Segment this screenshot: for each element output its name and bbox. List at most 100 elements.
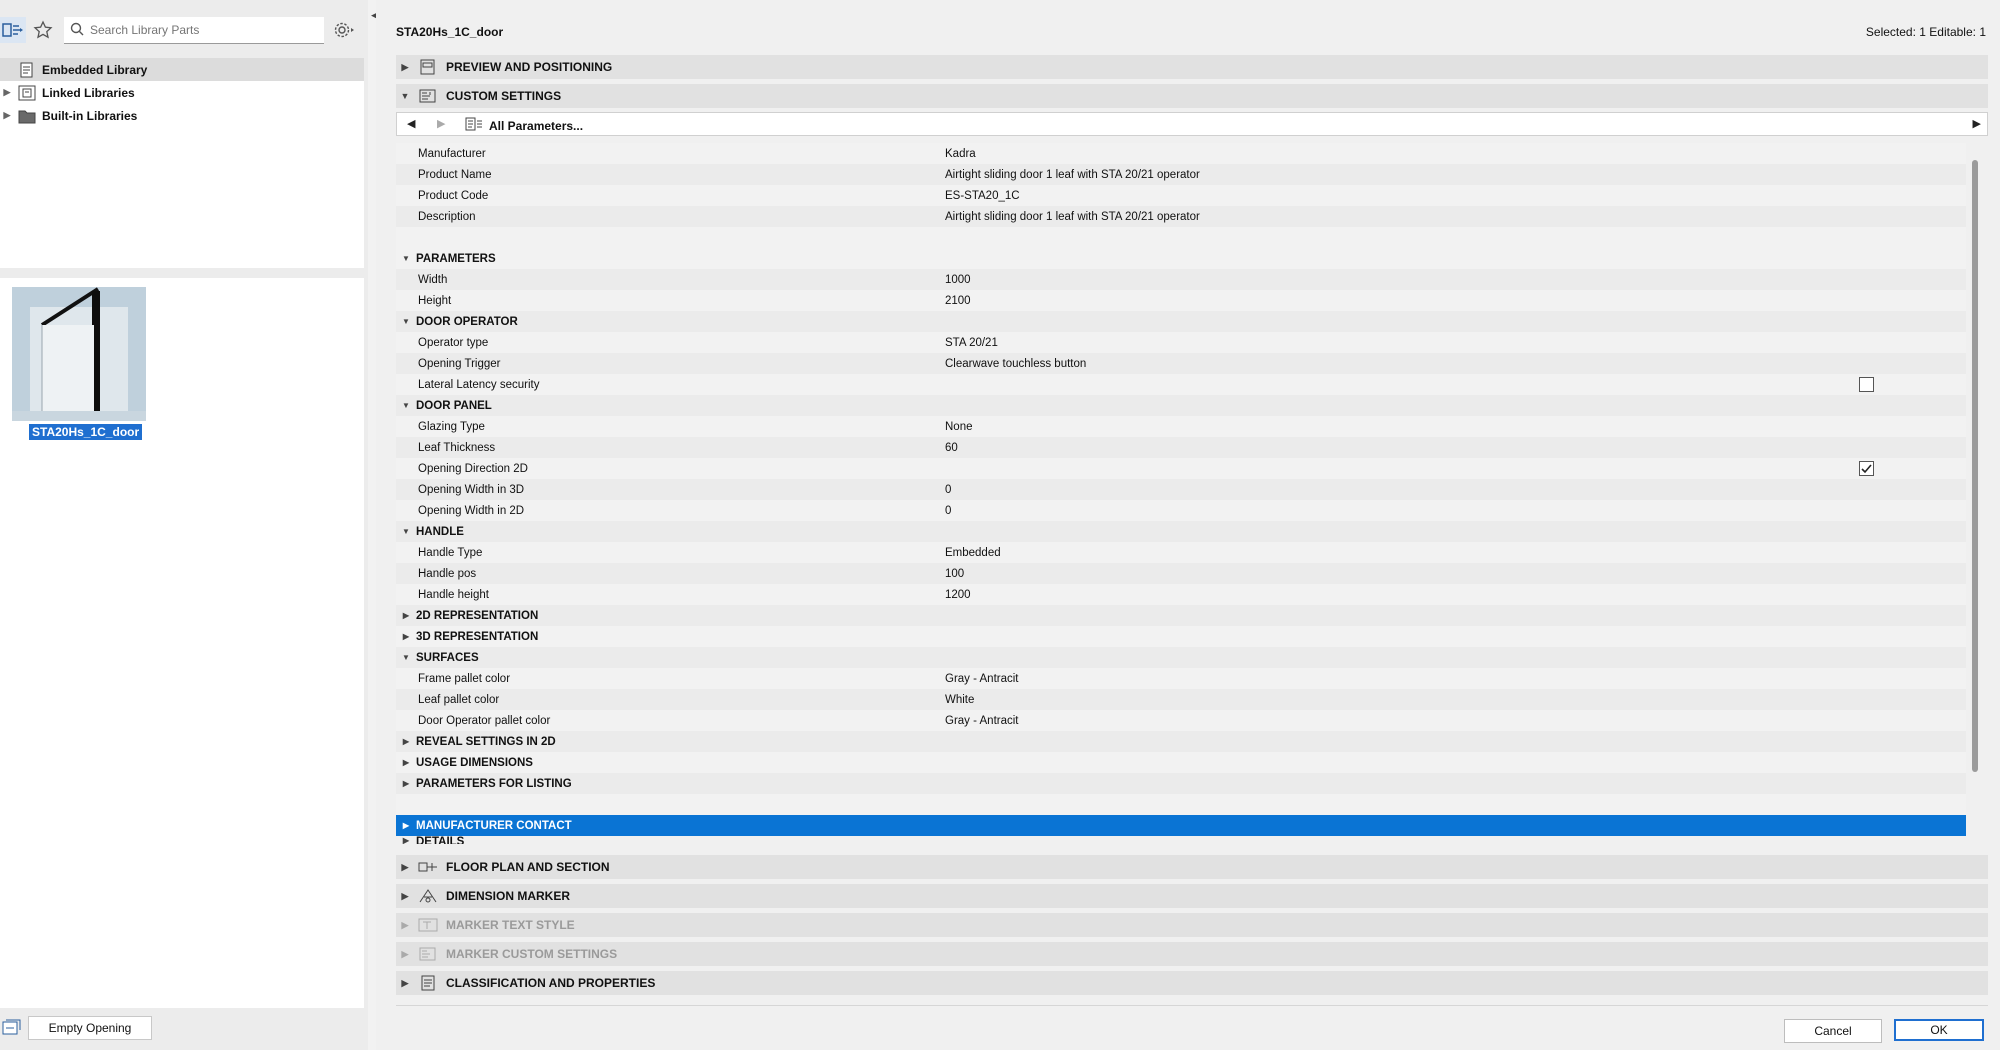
search-input[interactable] [88, 22, 312, 38]
param-name: Operator type [418, 336, 489, 349]
param-row-door-operator-pallet-color[interactable]: Door Operator pallet color Gray - Antrac… [396, 710, 1966, 731]
param-value[interactable]: White [945, 694, 974, 706]
group-2d-representation[interactable]: ▶ 2D REPRESENTATION [396, 605, 1966, 626]
group-details[interactable]: ▶ DETAILS [396, 836, 1966, 844]
group-door-panel[interactable]: ▼ DOOR PANEL [396, 395, 1966, 416]
param-row-glazing-type[interactable]: Glazing Type None [396, 416, 1966, 437]
forward-arrow-icon[interactable]: ▶ [437, 117, 445, 130]
tree-item-builtin-libraries[interactable]: ▶ Built-in Libraries [0, 104, 364, 127]
param-row-product-name[interactable]: Product Name Airtight sliding door 1 lea… [396, 164, 1966, 185]
search-input-box[interactable] [64, 17, 324, 44]
parameter-list: Manufacturer Kadra Product Name Airtight… [396, 143, 1966, 844]
group-label: REVEAL SETTINGS IN 2D [416, 735, 556, 748]
param-value[interactable]: STA 20/21 [945, 337, 998, 349]
param-row-opening-direction-2d[interactable]: Opening Direction 2D [396, 458, 1966, 479]
param-value[interactable]: Gray - Antracit [945, 715, 1019, 727]
cancel-button[interactable]: Cancel [1784, 1019, 1882, 1043]
tree-item-linked-libraries[interactable]: ▶ Linked Libraries [0, 81, 364, 104]
param-value[interactable]: Embedded [945, 547, 1001, 559]
section-dimension-marker[interactable]: ▶ DIMENSION MARKER [396, 884, 1988, 908]
param-row-product-code[interactable]: Product Code ES-STA20_1C [396, 185, 1966, 206]
section-marker-custom-settings[interactable]: ▶ MARKER CUSTOM SETTINGS [396, 942, 1988, 966]
group-usage-dimensions[interactable]: ▶ USAGE DIMENSIONS [396, 752, 1966, 773]
library-mode-icon[interactable] [0, 17, 26, 43]
text-style-icon [418, 917, 438, 933]
section-custom-settings[interactable]: ▼ CUSTOM SETTINGS [396, 84, 1988, 108]
section-label: DIMENSION MARKER [446, 889, 571, 903]
settings-gear-icon[interactable] [332, 17, 358, 43]
tree-item-label: Embedded Library [42, 62, 148, 77]
param-name: Leaf Thickness [418, 441, 496, 454]
dimension-marker-icon [418, 888, 438, 904]
param-row-manufacturer[interactable]: Manufacturer Kadra [396, 143, 1966, 164]
empty-opening-button[interactable]: Empty Opening [28, 1016, 152, 1040]
param-value[interactable]: Airtight sliding door 1 leaf with STA 20… [945, 211, 1200, 223]
param-value[interactable]: 0 [945, 505, 951, 517]
param-value[interactable]: None [945, 421, 973, 433]
checkmark-icon [1861, 464, 1872, 474]
chevron-right-icon[interactable]: ▶ [0, 110, 14, 121]
param-row-width[interactable]: Width 1000 [396, 269, 1966, 290]
param-row-leaf-thickness[interactable]: Leaf Thickness 60 [396, 437, 1966, 458]
section-label: MARKER TEXT STYLE [446, 918, 575, 932]
param-row-frame-pallet-color[interactable]: Frame pallet color Gray - Antracit [396, 668, 1966, 689]
favorites-star-icon[interactable] [30, 17, 56, 43]
opening-type-icon[interactable] [2, 1018, 22, 1039]
param-row-operator-type[interactable]: Operator type STA 20/21 [396, 332, 1966, 353]
door-thumbnail[interactable] [12, 287, 146, 421]
param-row-handle-pos[interactable]: Handle pos 100 [396, 563, 1966, 584]
section-label: MARKER CUSTOM SETTINGS [446, 947, 618, 961]
param-value[interactable]: Clearwave touchless button [945, 358, 1086, 370]
section-classification-and-properties[interactable]: ▶ CLASSIFICATION AND PROPERTIES [396, 971, 1988, 995]
param-row-leaf-pallet-color[interactable]: Leaf pallet color White [396, 689, 1966, 710]
group-handle[interactable]: ▼ HANDLE [396, 521, 1966, 542]
section-preview-and-positioning[interactable]: ▶ PREVIEW AND POSITIONING [396, 55, 1988, 79]
opening-direction-checkbox[interactable] [1859, 461, 1874, 476]
marker-custom-icon [418, 946, 438, 962]
param-value[interactable]: Kadra [945, 148, 976, 160]
group-manufacturer-contact[interactable]: ▶ MANUFACTURER CONTACT [396, 815, 1966, 836]
thumbnail-label[interactable]: STA20Hs_1C_door [29, 424, 143, 440]
section-marker-text-style[interactable]: ▶ MARKER TEXT STYLE [396, 913, 1988, 937]
param-name: Glazing Type [418, 420, 485, 433]
param-value[interactable]: 1200 [945, 589, 971, 601]
group-parameters[interactable]: ▼ PARAMETERS [396, 248, 1966, 269]
ok-button[interactable]: OK [1894, 1019, 1984, 1041]
group-parameters-for-listing[interactable]: ▶ PARAMETERS FOR LISTING [396, 773, 1966, 794]
param-row-handle-type[interactable]: Handle Type Embedded [396, 542, 1966, 563]
param-value[interactable]: 2100 [945, 295, 971, 307]
param-value[interactable]: 60 [945, 442, 958, 454]
param-value[interactable]: Gray - Antracit [945, 673, 1019, 685]
param-value[interactable]: Airtight sliding door 1 leaf with STA 20… [945, 169, 1200, 181]
param-row-handle-height[interactable]: Handle height 1200 [396, 584, 1966, 605]
param-row-description[interactable]: Description Airtight sliding door 1 leaf… [396, 206, 1966, 227]
all-parameters-dropdown[interactable]: All Parameters... [465, 117, 583, 134]
chevron-right-icon: ▶ [402, 836, 410, 844]
group-label: 3D REPRESENTATION [416, 630, 539, 643]
param-row-opening-width-2d[interactable]: Opening Width in 2D 0 [396, 500, 1966, 521]
param-row-opening-trigger[interactable]: Opening Trigger Clearwave touchless butt… [396, 353, 1966, 374]
group-door-operator[interactable]: ▼ DOOR OPERATOR [396, 311, 1966, 332]
group-3d-representation[interactable]: ▶ 3D REPRESENTATION [396, 626, 1966, 647]
param-name: Opening Trigger [418, 357, 501, 370]
param-value[interactable]: 100 [945, 568, 964, 580]
chevron-right-icon: ▶ [401, 861, 409, 872]
param-value[interactable]: 0 [945, 484, 951, 496]
dropdown-arrow-icon[interactable]: ▶ [1973, 117, 1981, 130]
group-reveal-settings-2d[interactable]: ▶ REVEAL SETTINGS IN 2D [396, 731, 1966, 752]
floor-plan-icon [418, 859, 438, 875]
param-row-lateral-latency-security[interactable]: Lateral Latency security [396, 374, 1966, 395]
tree-item-embedded-library[interactable]: Embedded Library [0, 58, 364, 81]
section-floor-plan-and-section[interactable]: ▶ FLOOR PLAN AND SECTION [396, 855, 1988, 879]
lateral-latency-checkbox[interactable] [1859, 377, 1874, 392]
param-value[interactable]: 1000 [945, 274, 971, 286]
param-row-height[interactable]: Height 2100 [396, 290, 1966, 311]
param-value[interactable]: ES-STA20_1C [945, 190, 1020, 202]
chevron-right-icon[interactable]: ▶ [0, 87, 14, 98]
library-footer: Empty Opening [0, 1010, 368, 1050]
param-row-opening-width-3d[interactable]: Opening Width in 3D 0 [396, 479, 1966, 500]
back-arrow-icon[interactable]: ◀ [407, 117, 415, 130]
parameter-list-scrollbar[interactable] [1972, 160, 1978, 772]
section-label: CLASSIFICATION AND PROPERTIES [446, 976, 656, 990]
group-surfaces[interactable]: ▼ SURFACES [396, 647, 1966, 668]
